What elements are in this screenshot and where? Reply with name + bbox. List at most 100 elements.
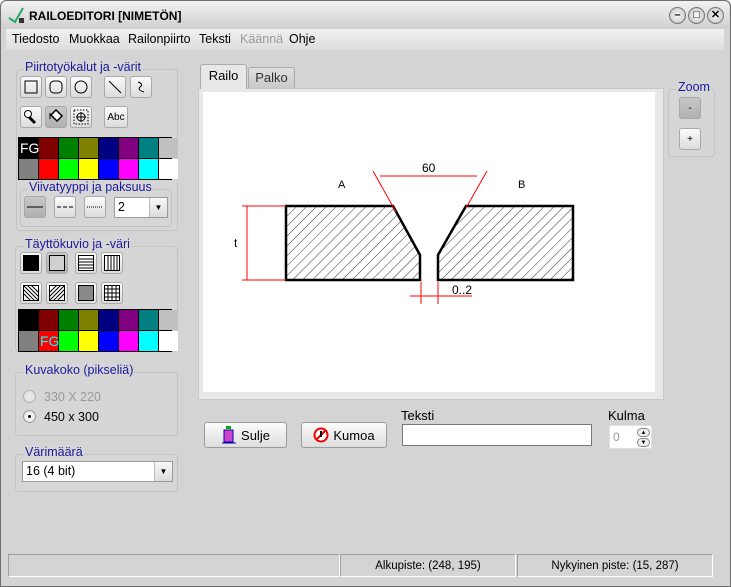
status-section-empty <box>8 554 340 577</box>
spin-up-icon[interactable]: ▲ <box>637 428 650 437</box>
color-swatch[interactable] <box>99 310 118 330</box>
paint-bucket-icon <box>24 110 37 125</box>
drawing-canvas[interactable]: 60 A B t 0..2 <box>203 92 655 392</box>
image-size-group <box>15 372 178 436</box>
fill-backslash-button[interactable] <box>20 282 42 304</box>
fill-horizontal-button[interactable] <box>75 252 97 274</box>
color-swatch[interactable] <box>19 331 38 351</box>
color-swatch[interactable] <box>99 159 118 179</box>
zoom-out-button[interactable]: - <box>679 97 701 119</box>
menu-ohje[interactable]: Ohje <box>289 32 315 46</box>
image-size-group-label: Kuvakoko (pikseliä) <box>24 363 135 377</box>
color-swatch[interactable] <box>159 310 178 330</box>
thickness-label: t <box>234 236 238 250</box>
freehand-tool[interactable] <box>130 76 152 98</box>
text-field-label: Teksti <box>401 408 435 423</box>
size-radio-450[interactable] <box>23 410 36 423</box>
text-input[interactable] <box>402 424 592 446</box>
zoom-in-button[interactable]: + <box>679 128 701 150</box>
rounded-rectangle-icon <box>49 80 63 94</box>
ellipse-tool[interactable] <box>70 76 92 98</box>
fill-grid-button[interactable] <box>101 282 123 304</box>
size-option-330: 330 X 220 <box>44 390 101 404</box>
menu-teksti[interactable]: Teksti <box>199 32 231 46</box>
color-swatch[interactable] <box>139 159 158 179</box>
menu-railonpiirto[interactable]: Railonpiirto <box>128 32 191 46</box>
color-swatch[interactable] <box>119 138 138 158</box>
color-swatch[interactable] <box>159 159 178 179</box>
size-option-450[interactable]: 450 x 300 <box>44 410 99 424</box>
fill-vertical-button[interactable] <box>101 252 123 274</box>
close-button[interactable]: Sulje <box>204 422 287 448</box>
no-fill-icon <box>49 255 65 271</box>
color-swatch[interactable] <box>79 310 98 330</box>
fill-none-button[interactable] <box>46 252 68 274</box>
color-swatch[interactable] <box>99 331 118 351</box>
fill-tool[interactable] <box>45 106 67 128</box>
chevron-down-icon[interactable]: ▼ <box>149 198 167 217</box>
exit-door-icon <box>222 426 237 444</box>
color-depth-value: 16 (4 bit) <box>26 464 76 478</box>
color-swatch[interactable] <box>99 138 118 158</box>
menu-muokkaa[interactable]: Muokkaa <box>69 32 120 46</box>
solid-line-button[interactable] <box>24 196 46 218</box>
select-move-tool[interactable] <box>70 106 92 128</box>
color-swatch[interactable] <box>119 331 138 351</box>
tab-railo[interactable]: Railo <box>200 64 247 89</box>
maximize-button[interactable]: □ <box>688 7 705 24</box>
color-swatch[interactable] <box>119 159 138 179</box>
color-swatch[interactable] <box>19 159 38 179</box>
color-swatch[interactable] <box>139 331 158 351</box>
color-swatch[interactable] <box>39 138 58 158</box>
color-swatch[interactable] <box>79 138 98 158</box>
color-depth-group-label: Värimäärä <box>24 445 84 459</box>
color-swatch[interactable] <box>19 310 38 330</box>
color-swatch[interactable] <box>79 331 98 351</box>
color-swatch[interactable]: FG <box>19 138 39 158</box>
color-swatch[interactable] <box>59 310 78 330</box>
fill-group-label: Täyttökuvio ja -väri <box>24 237 131 251</box>
fill-slash-button[interactable] <box>46 282 68 304</box>
title-bar: RAILOEDITORI [NIMETÖN] – □ ✕ <box>1 1 729 29</box>
curve-icon <box>137 81 145 93</box>
tab-palko[interactable]: Palko <box>248 67 295 89</box>
chevron-down-icon[interactable]: ▼ <box>154 462 172 481</box>
color-swatch[interactable] <box>139 310 158 330</box>
minimize-button[interactable]: – <box>669 7 686 24</box>
line-thickness-select[interactable]: 2 ▼ <box>114 197 168 218</box>
menu-kaanna: Käännä <box>240 32 284 46</box>
color-swatch[interactable] <box>119 310 138 330</box>
color-depth-select[interactable]: 16 (4 bit) ▼ <box>22 461 173 482</box>
undo-button[interactable]: Kumoa <box>301 422 387 448</box>
color-swatch[interactable] <box>79 159 98 179</box>
rectangle-tool[interactable] <box>20 76 42 98</box>
line-tool[interactable] <box>104 76 126 98</box>
label-a: A <box>338 179 346 191</box>
fill-palette: FG <box>18 309 178 352</box>
color-swatch[interactable] <box>39 310 58 330</box>
rounded-rectangle-tool[interactable] <box>45 76 67 98</box>
dashed-line-button[interactable] <box>54 196 76 218</box>
angle-field-label: Kulma <box>608 408 645 423</box>
color-swatch[interactable] <box>59 331 78 351</box>
color-swatch[interactable] <box>59 138 78 158</box>
spin-down-icon[interactable]: ▼ <box>637 438 650 447</box>
ellipse-icon <box>74 80 88 94</box>
color-swatch[interactable] <box>39 159 58 179</box>
color-swatch[interactable] <box>59 159 78 179</box>
color-swatch[interactable] <box>159 331 178 351</box>
grid-hatch-icon <box>104 285 120 301</box>
text-tool[interactable]: Abc <box>104 106 128 128</box>
color-swatch[interactable]: FG <box>39 331 59 351</box>
paint-bucket-tool[interactable] <box>20 106 42 128</box>
plate-a <box>284 204 422 282</box>
angle-spinner[interactable]: 0 ▲ ▼ <box>609 425 652 449</box>
dotted-line-button[interactable] <box>84 196 106 218</box>
color-swatch[interactable] <box>159 138 178 158</box>
close-window-button[interactable]: ✕ <box>707 7 724 24</box>
color-swatch[interactable] <box>139 138 158 158</box>
fill-crosshatch-diagonal-button[interactable] <box>75 282 97 304</box>
rectangle-icon <box>24 80 38 94</box>
fill-solid-button[interactable] <box>20 252 42 274</box>
menu-tiedosto[interactable]: Tiedosto <box>12 32 59 46</box>
